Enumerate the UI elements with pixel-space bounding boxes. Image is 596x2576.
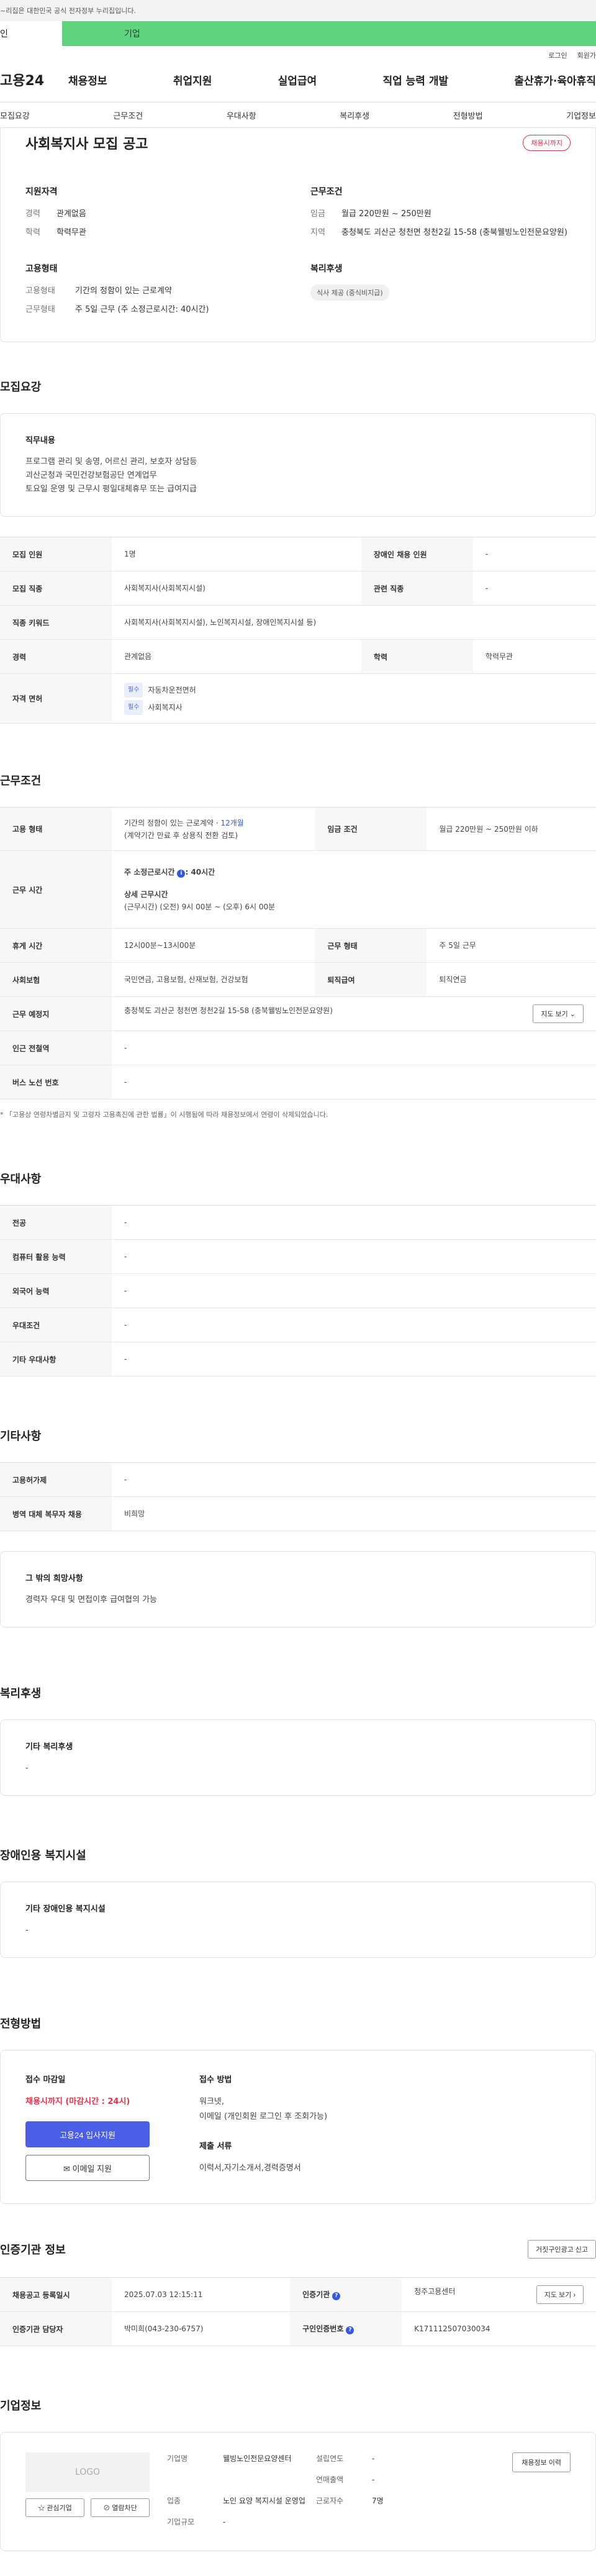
report-button[interactable]: 거짓구인광고 신고	[527, 2240, 596, 2259]
utility-links: 로그인 회원가	[0, 46, 596, 65]
job-title: 사회복지사 모집 공고	[25, 137, 148, 152]
benefit-section-title: 복리후생	[0, 1687, 42, 1700]
apply-box: 접수 마감일 채용시까지 (마감시간 : 24시) 고용24 입사지원 ✉ 이메…	[0, 2050, 596, 2204]
company-section-title: 기업정보	[0, 2400, 42, 2413]
disability-box: 기타 장애인용 복지시설 -	[0, 1882, 596, 1958]
welfare-block: 복리후생 식사 제공 (중식비지급)	[310, 262, 571, 322]
table-row: 근무 예정지 충청북도 괴산군 청천면 청천2길 15-58 (충북웰빙노인전문…	[0, 996, 596, 1031]
subnav-pref[interactable]: 우대사항	[227, 109, 256, 121]
table-row: 기타 우대사항 -	[0, 1342, 596, 1377]
company-box: LOGO ☆ 관심기업 ⊘ 열람차단 기업명 웰빙노인전문요양센터 설립연도 - 연…	[0, 2432, 596, 2551]
table-row: 외국어 능력 -	[0, 1273, 596, 1308]
table-row: 전공 -	[0, 1205, 596, 1240]
login-link[interactable]: 로그인	[548, 50, 567, 60]
table-row: 우대조건 -	[0, 1308, 596, 1342]
global-nav: 고용24 채용정보 취업지원 실업급여 직업 능력 개발 출산휴가·육아휴직	[0, 65, 596, 94]
gnb-menu: 채용정보 취업지원 실업급여 직업 능력 개발 출산휴가·육아휴직	[68, 72, 596, 88]
gnb-item-unemployment[interactable]: 실업급여	[278, 72, 317, 88]
table-row: 인근 전철역 -	[0, 1031, 596, 1065]
table-row: 직종 키워드 사회복지사(사회복지시설), 노인복지시설, 장애인복지시설 등)	[0, 605, 596, 640]
company-logo: LOGO	[25, 2452, 150, 2492]
interest-company-button[interactable]: ☆ 관심기업	[25, 2498, 84, 2517]
required-tag: 필수	[124, 699, 143, 715]
recruit-table: 모집 인원 1명 장애인 채용 인원 - 모집 직종 사회복지사(사회복지시설) 관련…	[0, 537, 596, 724]
map-button[interactable]: 지도 보기 ⌄	[533, 1004, 584, 1023]
work-table: 고용 형태 기간의 정함이 있는 근로계약 · 12개월 (계약기간 만료 후 상…	[0, 807, 596, 1099]
apply-button[interactable]: 고용24 입사지원	[25, 2121, 150, 2147]
table-row: 병역 대체 복무자 채용 비희망	[0, 1496, 596, 1531]
table-row: 고용허가제 -	[0, 1462, 596, 1497]
table-row: 자격 면허 필수 자동차운전면허 필수 사회복지사	[0, 673, 596, 724]
etc-section-title: 기타사항	[0, 1430, 42, 1443]
gnb-item-leave[interactable]: 출산휴가·육아휴직	[514, 72, 596, 88]
subnav-company[interactable]: 기업정보	[566, 109, 596, 121]
table-row: 고용 형태 기간의 정함이 있는 근로계약 · 12개월 (계약기간 만료 후 상…	[0, 807, 596, 851]
etc-table: 고용허가제 - 병역 대체 복무자 채용 비희망	[0, 1462, 596, 1531]
table-row: 버스 노선 번호 -	[0, 1065, 596, 1099]
section-subnav: 모집요강 근무조건 우대사항 복리후생 전형방법 기업정보	[0, 102, 596, 128]
history-button[interactable]: 채용정보 이력	[512, 2452, 571, 2472]
subnav-benefit[interactable]: 복리후생	[340, 109, 369, 121]
gnb-item-training[interactable]: 직업 능력 개발	[382, 72, 448, 88]
subnav-apply[interactable]: 전형방법	[453, 109, 483, 121]
qualification-block: 지원자격 경력 관계없음 학력 학력무관	[25, 187, 86, 237]
block-view-button[interactable]: ⊘ 열람차단	[91, 2498, 150, 2517]
pref-section-title: 우대사항	[0, 1173, 42, 1186]
cert-table: 채용공고 등록일시 2025.07.03 12:15:11 인증기관? 청주고용센…	[0, 2277, 596, 2346]
apply-section-title: 전형방법	[0, 2018, 42, 2031]
benefit-box: 기타 복리후생 -	[0, 1719, 596, 1796]
tab-company-label: 기업	[124, 29, 140, 39]
table-row: 휴게 시간 12시00분~13시00분 근무 형태 주 5일 근무	[0, 928, 596, 963]
gov-notice-text: ~리집은 대한민국 공식 전자정부 누리집입니다.	[0, 7, 136, 15]
table-row: 모집 인원 1명 장애인 채용 인원 -	[0, 537, 596, 571]
condition-block: 근무조건 임금 월급 220만원 ~ 250만원 지역 충청북도 괴산군 청천면 청…	[310, 187, 567, 237]
age-footnote: * 「고용상 연령차별금지 및 고령자 고용촉진에 관한 법률」이 시행됨에 따…	[0, 1111, 328, 1119]
tab-person[interactable]: 인	[0, 21, 62, 46]
disability-section-title: 장애인용 복지시설	[0, 1849, 86, 1862]
table-row: 채용공고 등록일시 2025.07.03 12:15:11 인증기관? 청주고용센…	[0, 2277, 596, 2312]
signup-link[interactable]: 회원가	[577, 50, 596, 60]
tab-company[interactable]: 기업	[62, 21, 596, 46]
table-row: 사회보험 국민연금, 고용보험, 산재보험, 건강보험 퇴직급여 퇴직연금	[0, 962, 596, 997]
job-summary-card: 사회복지사 모집 공고 채용시까지 지원자격 경력 관계없음 학력 학력무관 근무조…	[0, 128, 596, 342]
email-apply-button[interactable]: ✉ 이메일 지원	[25, 2155, 150, 2181]
table-row: 컴퓨터 활용 능력 -	[0, 1239, 596, 1274]
required-tag: 필수	[124, 682, 143, 698]
table-row: 경력 관계없음 학력 학력무관	[0, 639, 596, 674]
subnav-work[interactable]: 근무조건	[113, 109, 143, 121]
recruit-section-title: 모집요강	[0, 381, 42, 394]
subnav-recruit[interactable]: 모집요강	[0, 109, 30, 121]
table-row: 인증기관 담당자 박미희(043-230-6757) 구인인증번호? K17111…	[0, 2311, 596, 2346]
deadline-text: 채용시까지 (마감시간 : 24시)	[25, 2097, 130, 2106]
cert-map-button[interactable]: 지도 보기 ›	[536, 2285, 584, 2304]
welfare-tag: 식사 제공 (중식비지급)	[310, 284, 389, 301]
duty-box: 직무내용 프로그램 관리 및 송영, 어르신 관리, 보호자 상담등 괴산군청과…	[0, 413, 596, 517]
gnb-item-jobs[interactable]: 채용정보	[68, 72, 107, 88]
company-info: 기업명 웰빙노인전문요양센터 설립연도 - 연매출액 - 업종 노인 요양 복지시설 운…	[167, 2454, 384, 2526]
other-wishes-box: 그 밖의 희망사항 경력자 우대 및 면접이후 급여협의 가능	[0, 1551, 596, 1627]
cert-section-title: 인증기관 정보	[0, 2244, 66, 2257]
table-row: 모집 직종 사회복지사(사회복지시설) 관련 직종 -	[0, 571, 596, 606]
info-icon[interactable]: ?	[332, 2292, 341, 2300]
employment-type-block: 고용형태 고용형태 기간의 정함이 있는 근로계약 근무형태 주 5일 근무 (주 …	[25, 264, 209, 314]
info-icon[interactable]: i	[177, 870, 186, 878]
deadline-badge: 채용시까지	[523, 135, 571, 151]
table-row: 근무 시간 주 소정근로시간 i: 40시간 상세 근무시간 (근무시간) (오전…	[0, 850, 596, 929]
work-section-title: 근무조건	[0, 775, 42, 788]
gov-notice-bar: ~리집은 대한민국 공식 전자정부 누리집입니다.	[0, 0, 596, 21]
user-type-tabs: 인 기업	[0, 21, 596, 46]
site-logo[interactable]: 고용24	[0, 70, 68, 89]
gnb-item-employment-support[interactable]: 취업지원	[173, 72, 212, 88]
pref-table: 전공 - 컴퓨터 활용 능력 - 외국어 능력 - 우대조건 - 기타 우대사항 -	[0, 1205, 596, 1377]
info-icon[interactable]: ?	[346, 2326, 354, 2334]
